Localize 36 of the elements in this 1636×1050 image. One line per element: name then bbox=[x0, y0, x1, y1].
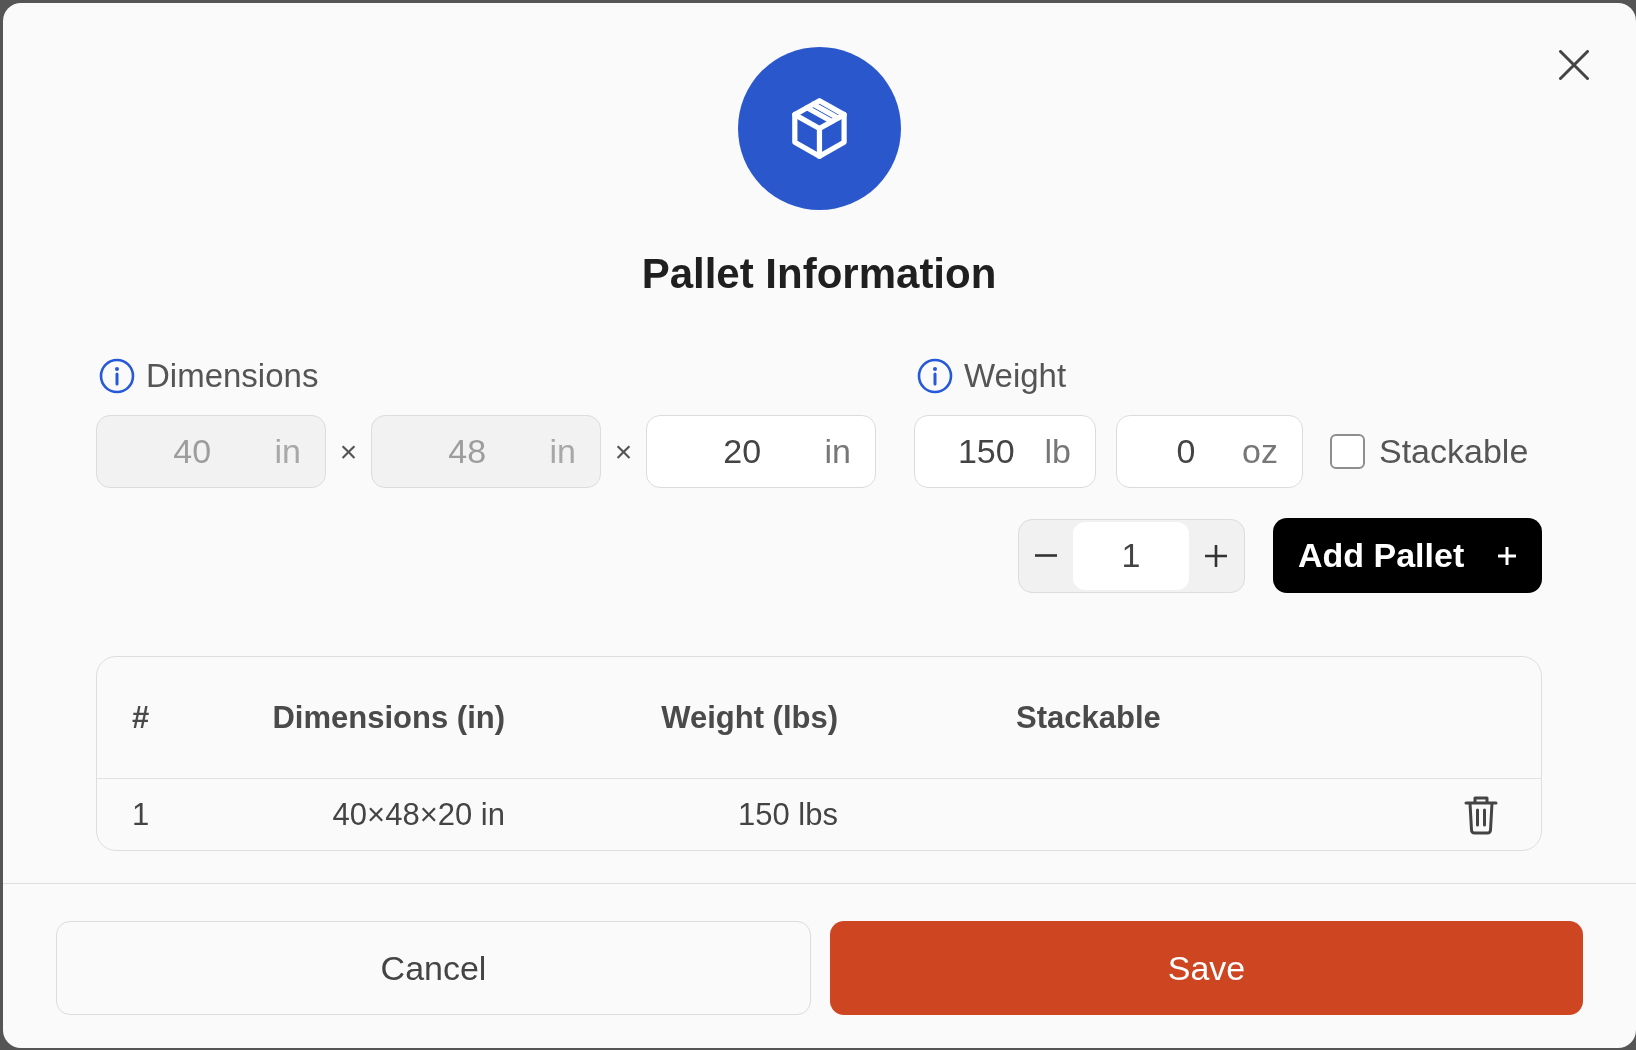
dimension-input[interactable]: 20 in bbox=[646, 415, 876, 488]
info-icon[interactable] bbox=[99, 358, 135, 394]
stackable-checkbox[interactable] bbox=[1330, 434, 1365, 469]
weight-input[interactable]: 0 oz bbox=[1116, 415, 1303, 488]
column-header: Stackable bbox=[1016, 699, 1161, 736]
table-cell: 1 bbox=[132, 796, 150, 833]
unit-label: in bbox=[549, 432, 577, 471]
trash-icon bbox=[1463, 794, 1498, 835]
cancel-button[interactable]: Cancel bbox=[56, 921, 811, 1015]
delete-button[interactable] bbox=[1463, 794, 1498, 835]
weight-input[interactable]: 150 lb bbox=[914, 415, 1096, 488]
times-sign: × bbox=[338, 434, 359, 469]
field-label: Weight bbox=[964, 356, 1067, 396]
info-icon[interactable] bbox=[917, 358, 953, 394]
times-sign: × bbox=[613, 434, 634, 469]
save-button[interactable]: Save bbox=[830, 921, 1583, 1015]
unit-label: lb bbox=[1044, 432, 1072, 471]
checkbox-label: Stackable bbox=[1379, 432, 1529, 471]
unit-label: in bbox=[274, 432, 302, 471]
unit-label: in bbox=[824, 432, 852, 471]
unit-label: oz bbox=[1242, 432, 1279, 471]
field-label: Dimensions bbox=[146, 356, 319, 396]
close-button[interactable] bbox=[1556, 47, 1592, 83]
add-pallet-button[interactable]: Add Pallet bbox=[1273, 518, 1542, 593]
plus-icon bbox=[1205, 544, 1227, 567]
column-header: Weight (lbs) bbox=[661, 699, 838, 736]
minus-icon bbox=[1035, 554, 1057, 557]
table-cell: 150 lbs bbox=[738, 796, 838, 833]
quantity-field[interactable]: 1 bbox=[1073, 521, 1189, 590]
dialog-title: Pallet Information bbox=[641, 249, 997, 299]
column-header: Dimensions (in) bbox=[272, 699, 505, 736]
table-cell: 40×48×20 in bbox=[332, 796, 505, 833]
column-header: # bbox=[132, 699, 150, 736]
box-icon bbox=[737, 47, 901, 210]
plus-icon bbox=[1498, 546, 1516, 565]
close-icon bbox=[1559, 50, 1589, 80]
